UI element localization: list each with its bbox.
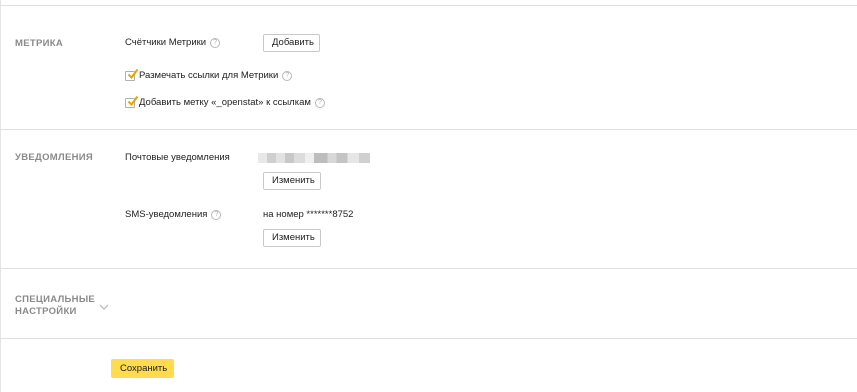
- email-change-button[interactable]: Изменить: [263, 172, 321, 190]
- metrika-counters-label: Счётчики Метрики: [125, 37, 207, 48]
- divider-metrika: [0, 129, 857, 130]
- special-settings-title-line2[interactable]: НАСТРОЙКИ: [15, 306, 77, 318]
- add-counter-button[interactable]: Добавить: [263, 34, 320, 52]
- email-notifications-label: Почтовые уведомления: [125, 152, 230, 163]
- notifications-section-title: УВЕДОМЛЕНИЯ: [15, 152, 93, 163]
- mark-links-label: Размечать ссылки для Метрики?: [139, 70, 293, 82]
- sms-phone-value: на номер *******8752: [263, 209, 354, 220]
- sms-notifications-label: SMS-уведомления: [125, 209, 208, 220]
- help-icon[interactable]: ?: [210, 38, 221, 48]
- divider-notifications: [0, 268, 857, 269]
- email-address-redacted: [258, 153, 370, 163]
- divider-special: [0, 338, 857, 339]
- help-icon[interactable]: ?: [282, 71, 293, 81]
- sms-change-button[interactable]: Изменить: [263, 229, 321, 247]
- metrika-counters-row: Счётчики Метрики?: [125, 37, 221, 49]
- checkmark-icon: [127, 68, 139, 80]
- metrika-section-title: МЕТРИКА: [15, 38, 63, 49]
- divider-top: [0, 5, 857, 6]
- help-icon[interactable]: ?: [314, 98, 325, 108]
- page-frame-border: [0, 0, 1, 392]
- openstat-label: Добавить метку «_openstat» к ссылкам?: [139, 97, 325, 109]
- checkmark-icon: [127, 95, 139, 107]
- openstat-checkbox[interactable]: [125, 95, 139, 108]
- help-icon[interactable]: ?: [211, 210, 222, 220]
- chevron-down-icon[interactable]: [99, 304, 109, 310]
- save-button[interactable]: Сохранить: [111, 359, 174, 378]
- openstat-row: Добавить метку «_openstat» к ссылкам?: [125, 95, 365, 109]
- sms-notifications-row: SMS-уведомления?: [125, 209, 222, 221]
- mark-links-row: Размечать ссылки для Метрики?: [125, 68, 325, 82]
- mark-links-checkbox[interactable]: [125, 68, 139, 81]
- special-settings-title-line1[interactable]: СПЕЦИАЛЬНЫЕ: [15, 294, 95, 306]
